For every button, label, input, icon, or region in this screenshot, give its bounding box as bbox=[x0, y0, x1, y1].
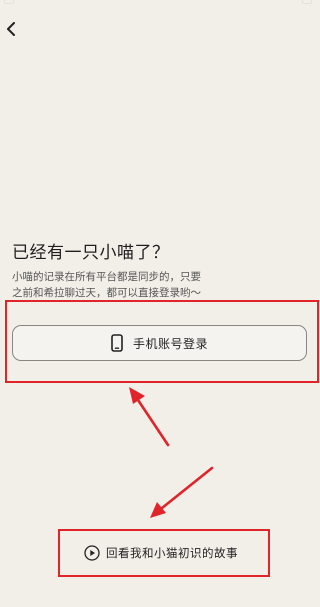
chevron-left-icon bbox=[7, 22, 15, 36]
description: 小喵的记录在所有平台都是同步的，只要 之前和希拉聊过天，都可以直接登录哟～ bbox=[12, 269, 302, 301]
phone-login-label: 手机账号登录 bbox=[132, 336, 208, 351]
description-line: 小喵的记录在所有平台都是同步的，只要 bbox=[12, 271, 201, 283]
status-icon bbox=[302, 0, 312, 4]
page-heading: 已经有一只小喵了？ bbox=[12, 243, 170, 263]
phone-login-button[interactable]: 手机账号登录 bbox=[12, 325, 307, 361]
description-line: 之前和希拉聊过天，都可以直接登录哟～ bbox=[12, 287, 201, 299]
annotation-arrow-up bbox=[129, 387, 170, 447]
story-link[interactable]: 回看我和小猫初识的故事 bbox=[84, 543, 238, 563]
smartphone-icon bbox=[111, 334, 123, 352]
status-bar bbox=[0, 0, 320, 6]
story-link-label: 回看我和小猫初识的故事 bbox=[106, 546, 238, 560]
status-icon bbox=[4, 0, 14, 4]
annotation-arrow-down bbox=[150, 466, 214, 518]
play-circle-icon bbox=[84, 545, 100, 561]
back-button[interactable] bbox=[0, 18, 22, 40]
